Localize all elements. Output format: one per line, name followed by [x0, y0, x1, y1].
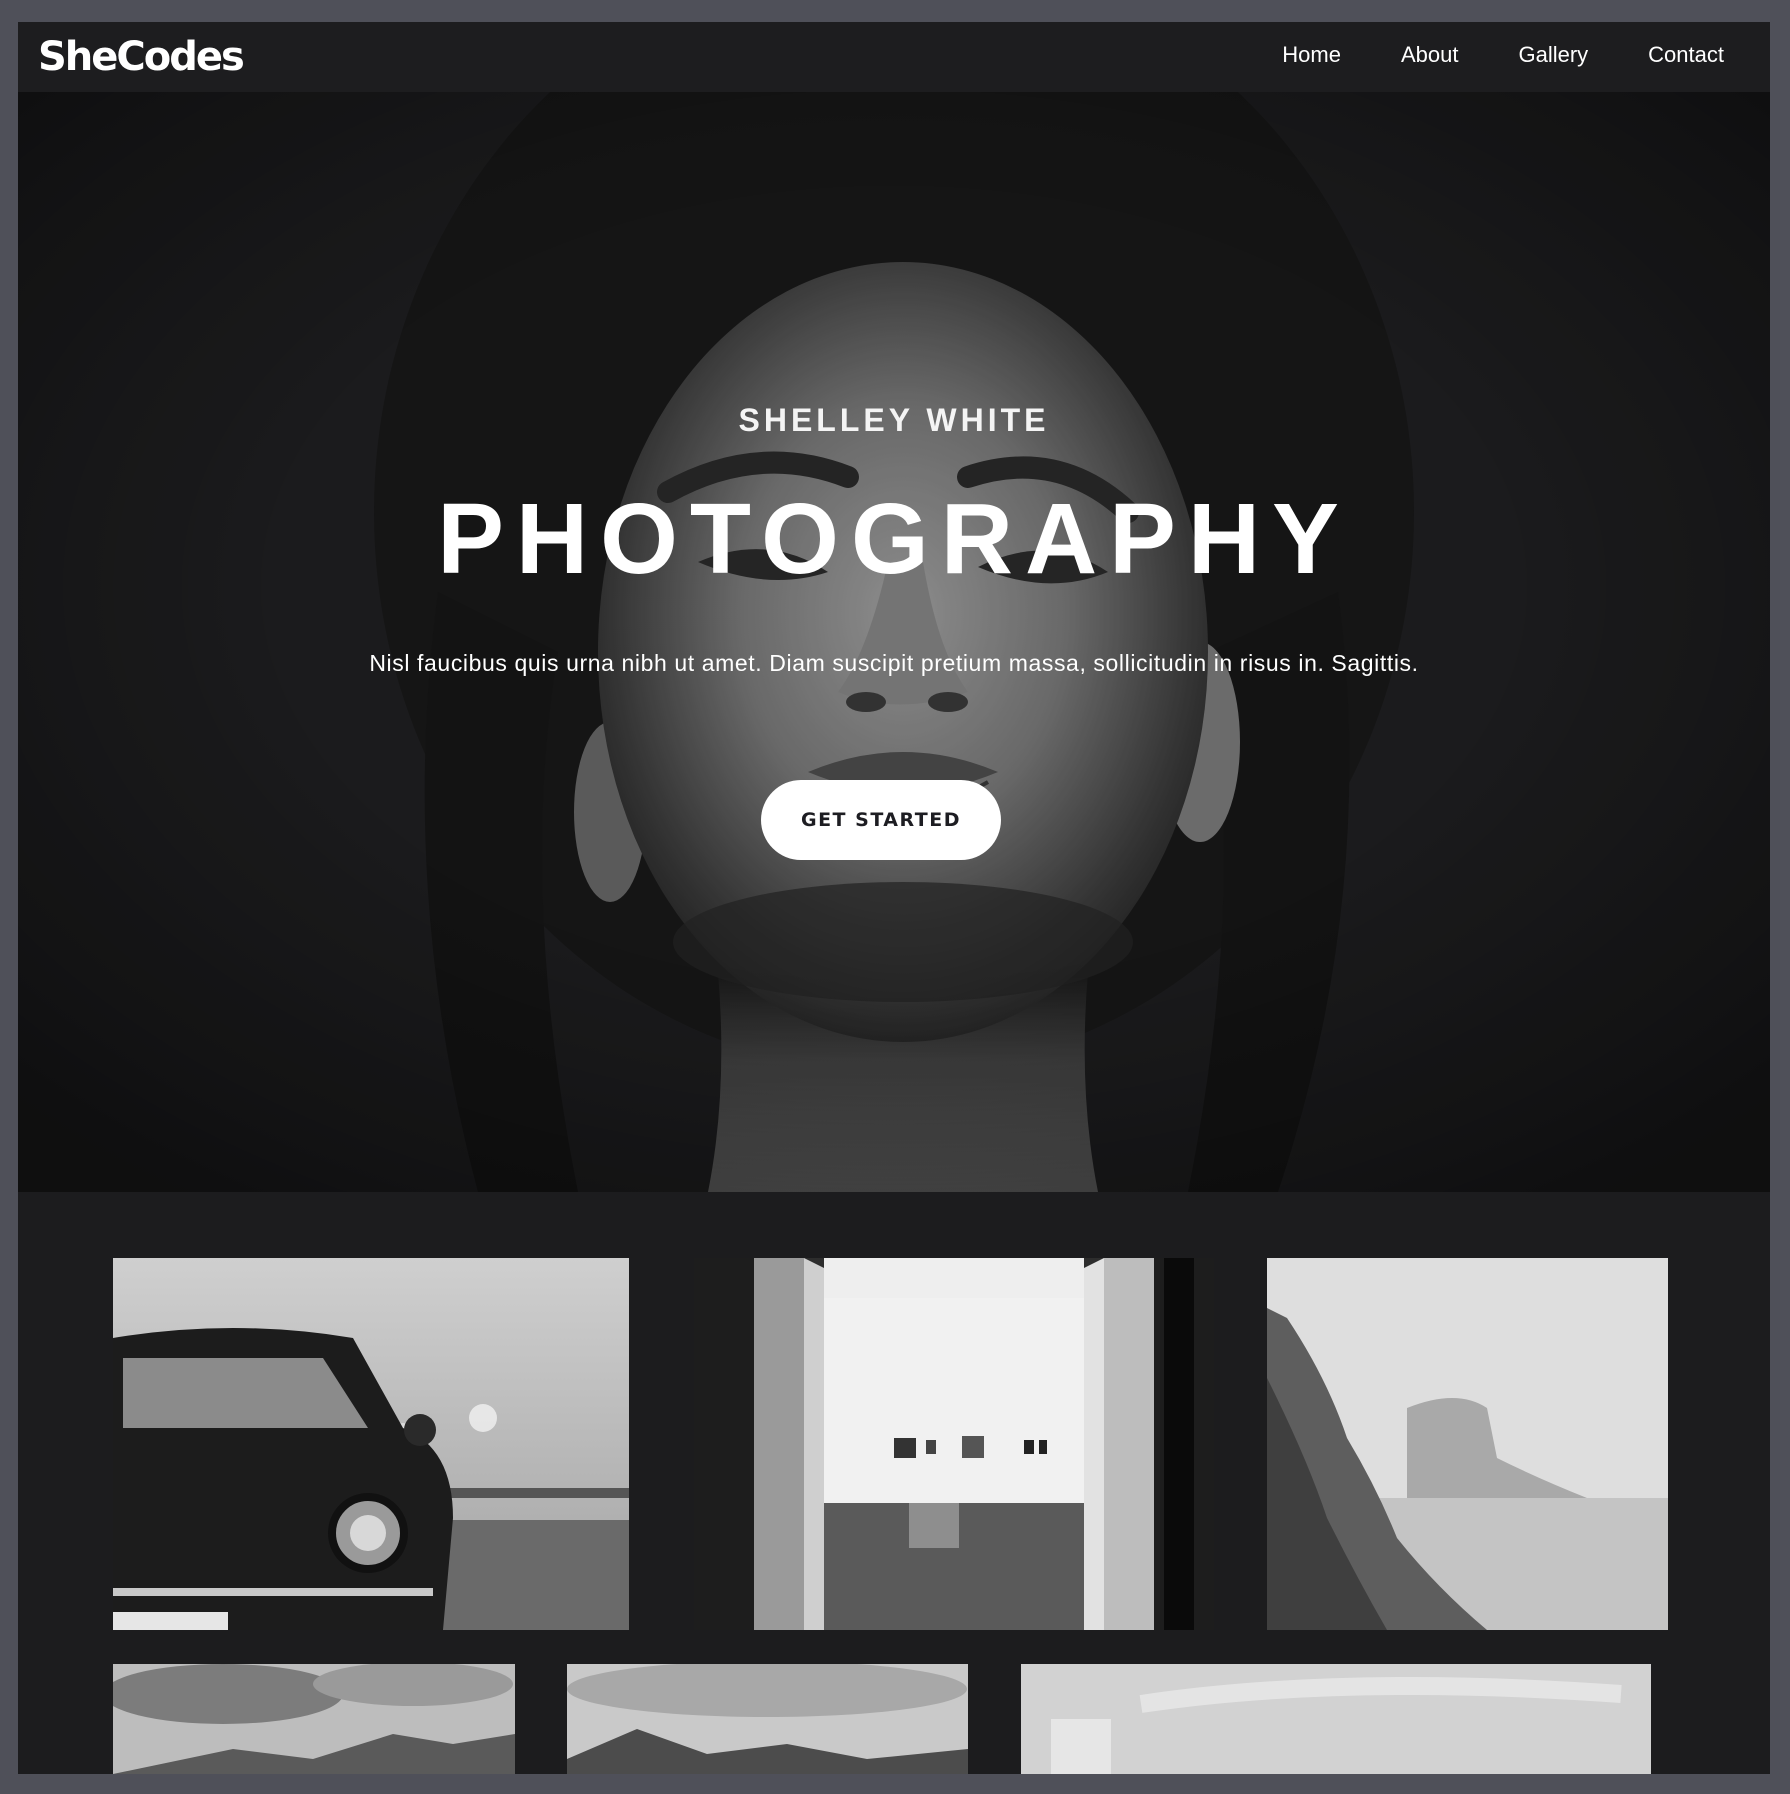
nav-link-home[interactable]: Home: [1282, 42, 1341, 68]
hero-section: SHELLEY WHITE PHOTOGRAPHY Nisl faucibus …: [18, 92, 1770, 1192]
browser-viewport: SheCodes Home About Gallery Contact SHEL…: [18, 22, 1770, 1774]
nav-menu: Home About Gallery Contact: [1282, 42, 1724, 68]
hero-subtitle: SHELLEY WHITE: [738, 402, 1050, 438]
hero-overlay: [18, 92, 1770, 1192]
hero-title: PHOTOGRAPHY: [437, 483, 1351, 595]
gallery-image-interior[interactable]: [694, 1258, 1214, 1630]
nav-link-gallery[interactable]: Gallery: [1518, 42, 1588, 68]
navbar: SheCodes Home About Gallery Contact: [18, 22, 1770, 92]
nav-link-contact[interactable]: Contact: [1648, 42, 1724, 68]
gallery-image-mountains[interactable]: [113, 1664, 515, 1774]
gallery-image-hills[interactable]: [567, 1664, 968, 1774]
get-started-button[interactable]: GET STARTED: [761, 780, 1001, 860]
nav-link-about[interactable]: About: [1401, 42, 1459, 68]
gallery-image-car[interactable]: [113, 1258, 629, 1630]
gallery-image-cliff[interactable]: [1267, 1258, 1668, 1630]
gallery-image-sky[interactable]: [1021, 1664, 1651, 1774]
hero-tagline: Nisl faucibus quis urna nibh ut amet. Di…: [369, 650, 1419, 676]
site-logo[interactable]: SheCodes: [38, 34, 245, 80]
